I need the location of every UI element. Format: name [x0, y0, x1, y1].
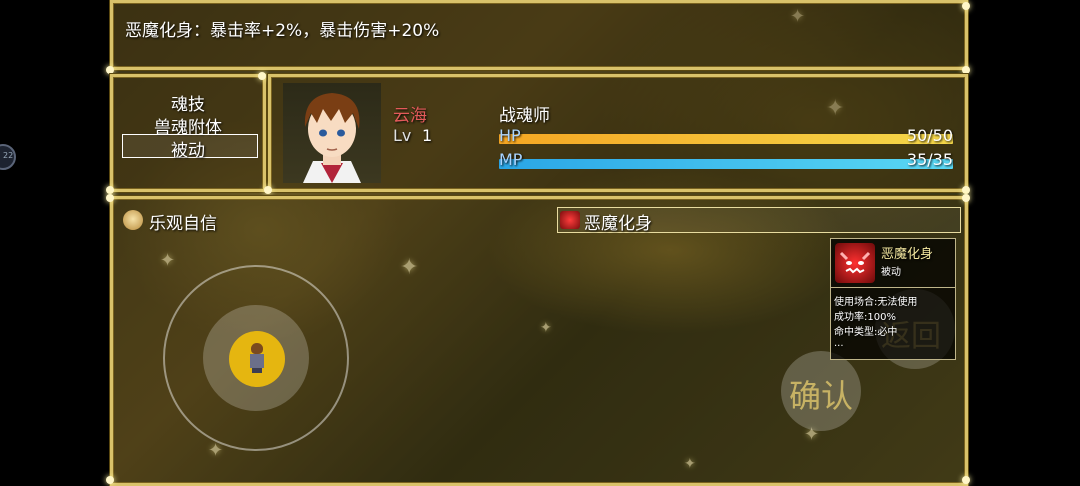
mp-value: 35/35 [906, 150, 953, 169]
virtual-joystick-knob[interactable] [229, 331, 285, 387]
frame-corner [962, 66, 970, 74]
detail-skill-type: 被动 [881, 267, 901, 278]
help-text: 恶魔化身：暴击率+2%，暴击伤害+20% [125, 21, 440, 41]
frame-corner [962, 476, 970, 484]
detail-success-rate: 成功率:100% [834, 312, 896, 323]
skill-type-item-selected[interactable]: 被动 [113, 136, 263, 161]
skill-detail-popup: 恶魔化身 被动 使用场合:无法使用 成功率:100% 命中类型:必中 ... [830, 238, 956, 360]
skill-name: 乐观自信 [149, 214, 217, 234]
mp-label: MP [499, 150, 523, 169]
skill-type-window: 魂技 兽魂附体 被动 [110, 74, 266, 192]
detail-divider [831, 287, 955, 288]
frame-corner [106, 66, 114, 74]
floating-assist-label: 22 [3, 151, 14, 160]
actor-level-value: 1 [422, 126, 433, 145]
player-character-sprite [249, 343, 265, 373]
demon-icon [560, 211, 580, 229]
skill-list-item-selected[interactable]: 恶魔化身 [557, 207, 961, 234]
hp-value: 50/50 [906, 126, 953, 145]
skill-type-item[interactable]: 魂技 [113, 90, 263, 115]
frame-corner [264, 186, 272, 194]
skill-list-window: 乐观自信 恶魔化身 确认 返回 恶魔化身 被动 [110, 196, 968, 486]
help-window: 恶魔化身：暴击率+2%，暴击伤害+20% [110, 0, 968, 70]
actor-status-window: 云海 Lv 1 战魂师 HP 50/50 MP 35/35 [268, 74, 968, 192]
actor-class: 战魂师 [499, 106, 550, 126]
lion-icon [123, 210, 143, 230]
frame-corner [106, 194, 114, 202]
detail-usage: 使用场合:无法使用 [834, 297, 918, 308]
detail-skill-name: 恶魔化身 [881, 247, 934, 262]
detail-hit-type: 命中类型:必中 [834, 327, 898, 338]
skill-name: 恶魔化身 [584, 214, 652, 234]
hp-label: HP [499, 126, 521, 145]
actor-name: 云海 [393, 106, 427, 126]
frame-corner [106, 186, 114, 194]
frame-corner [106, 476, 114, 484]
frame-corner [962, 194, 970, 202]
skill-list-item[interactable]: 乐观自信 [123, 207, 543, 234]
demon-icon [835, 243, 875, 283]
frame-corner [962, 2, 970, 10]
actor-level-label: Lv [393, 126, 412, 145]
actor-face-portrait [283, 83, 381, 183]
detail-more: ... [834, 338, 844, 349]
floating-assist-icon[interactable]: 22 [0, 144, 16, 170]
confirm-button[interactable]: 确认 [781, 351, 861, 431]
confirm-button-label: 确认 [789, 377, 854, 415]
frame-corner [258, 72, 266, 80]
frame-corner [962, 186, 970, 194]
